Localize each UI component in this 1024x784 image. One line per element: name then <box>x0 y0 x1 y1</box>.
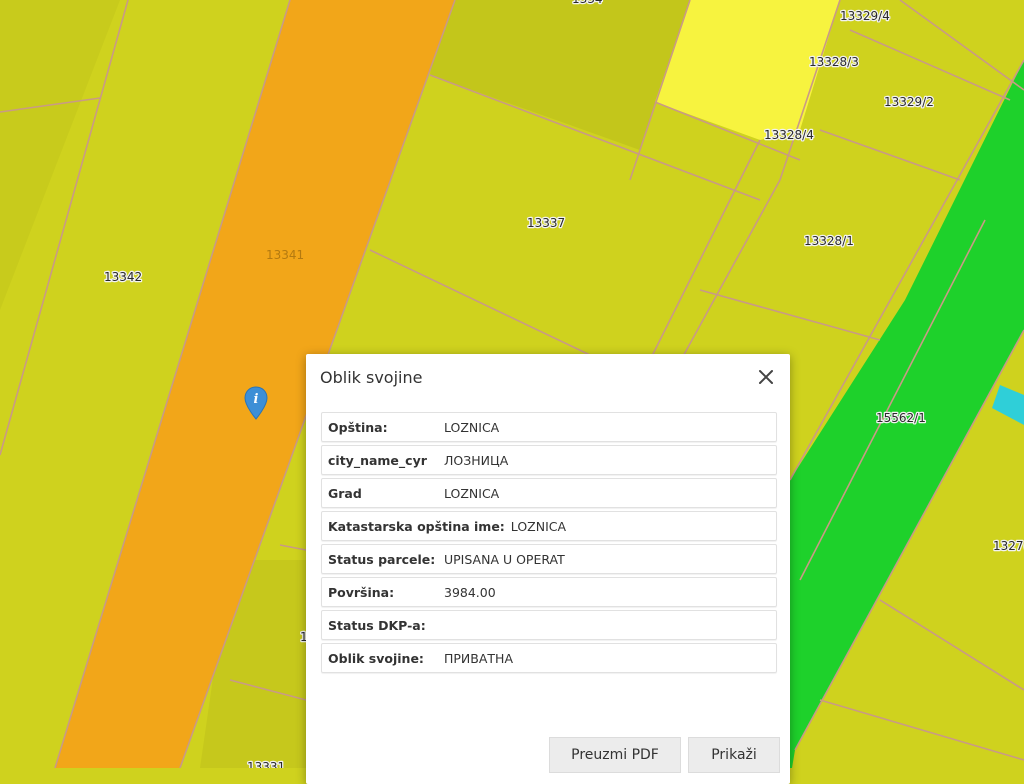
parcel-label: 13342 <box>104 270 142 284</box>
close-icon[interactable] <box>754 365 778 389</box>
parcel-label: 1334 <box>572 0 603 6</box>
attribute-label: Grad <box>328 485 362 501</box>
attribute-row: Grad LOZNICA <box>321 478 777 508</box>
parcel-label: 13328/3 <box>809 55 859 69</box>
parcel-label: 15562/1 <box>876 411 926 425</box>
parcel-label: 13329/2 <box>884 95 934 109</box>
attribute-label: Katastarska opština ime: <box>328 518 505 534</box>
attribute-label: city_name_cyr <box>328 452 427 468</box>
attribute-label: Površina: <box>328 584 395 600</box>
attribute-label: Status parcele: <box>328 551 436 567</box>
attribute-value: ЛОЗНИЦА <box>444 452 509 468</box>
attribute-row: Status parcele: UPISANA U OPERAT <box>321 544 777 574</box>
svg-text:i: i <box>254 392 259 407</box>
attribute-value: 3984.00 <box>444 584 496 600</box>
parcel-label: 13328/1 <box>804 234 854 248</box>
attribute-label: Status DKP-a: <box>328 617 426 633</box>
parcel-label: 1327( <box>993 539 1024 553</box>
parcel-info-dialog: Oblik svojine Opština: LOZNICA city_name_… <box>306 354 790 784</box>
parcel-label: 13337 <box>527 216 565 230</box>
attribute-row: Status DKP-a: <box>321 610 777 640</box>
parcel-label: 13331 <box>247 760 285 768</box>
attribute-row: Katastarska opština ime: LOZNICA <box>321 511 777 541</box>
attribute-label: Oblik svojine: <box>328 650 424 666</box>
attribute-value: ПРИВАТНА <box>444 650 514 666</box>
parcel-label: 13328/4 <box>764 128 814 142</box>
parcel-label: 13329/4 <box>840 9 890 23</box>
info-pin-icon[interactable]: i <box>244 386 268 420</box>
attribute-row: Opština: LOZNICA <box>321 412 777 442</box>
attribute-label: Opština: <box>328 419 388 435</box>
attribute-value: LOZNICA <box>444 485 500 501</box>
attribute-row: Površina: 3984.00 <box>321 577 777 607</box>
attribute-value: UPISANA U OPERAT <box>444 551 565 567</box>
attribute-value: LOZNICA <box>510 518 567 534</box>
dialog-title: Oblik svojine <box>320 367 423 387</box>
parcel-label: 13341 <box>266 248 304 262</box>
attribute-row: Oblik svojine: ПРИВАТНА <box>321 643 777 673</box>
attribute-value: LOZNICA <box>444 419 500 435</box>
dialog-header: Oblik svojine <box>306 354 790 400</box>
attribute-list: Opština: LOZNICA city_name_cyr ЛОЗНИЦА Gra… <box>321 412 777 676</box>
attribute-row: city_name_cyr ЛОЗНИЦА <box>321 445 777 475</box>
